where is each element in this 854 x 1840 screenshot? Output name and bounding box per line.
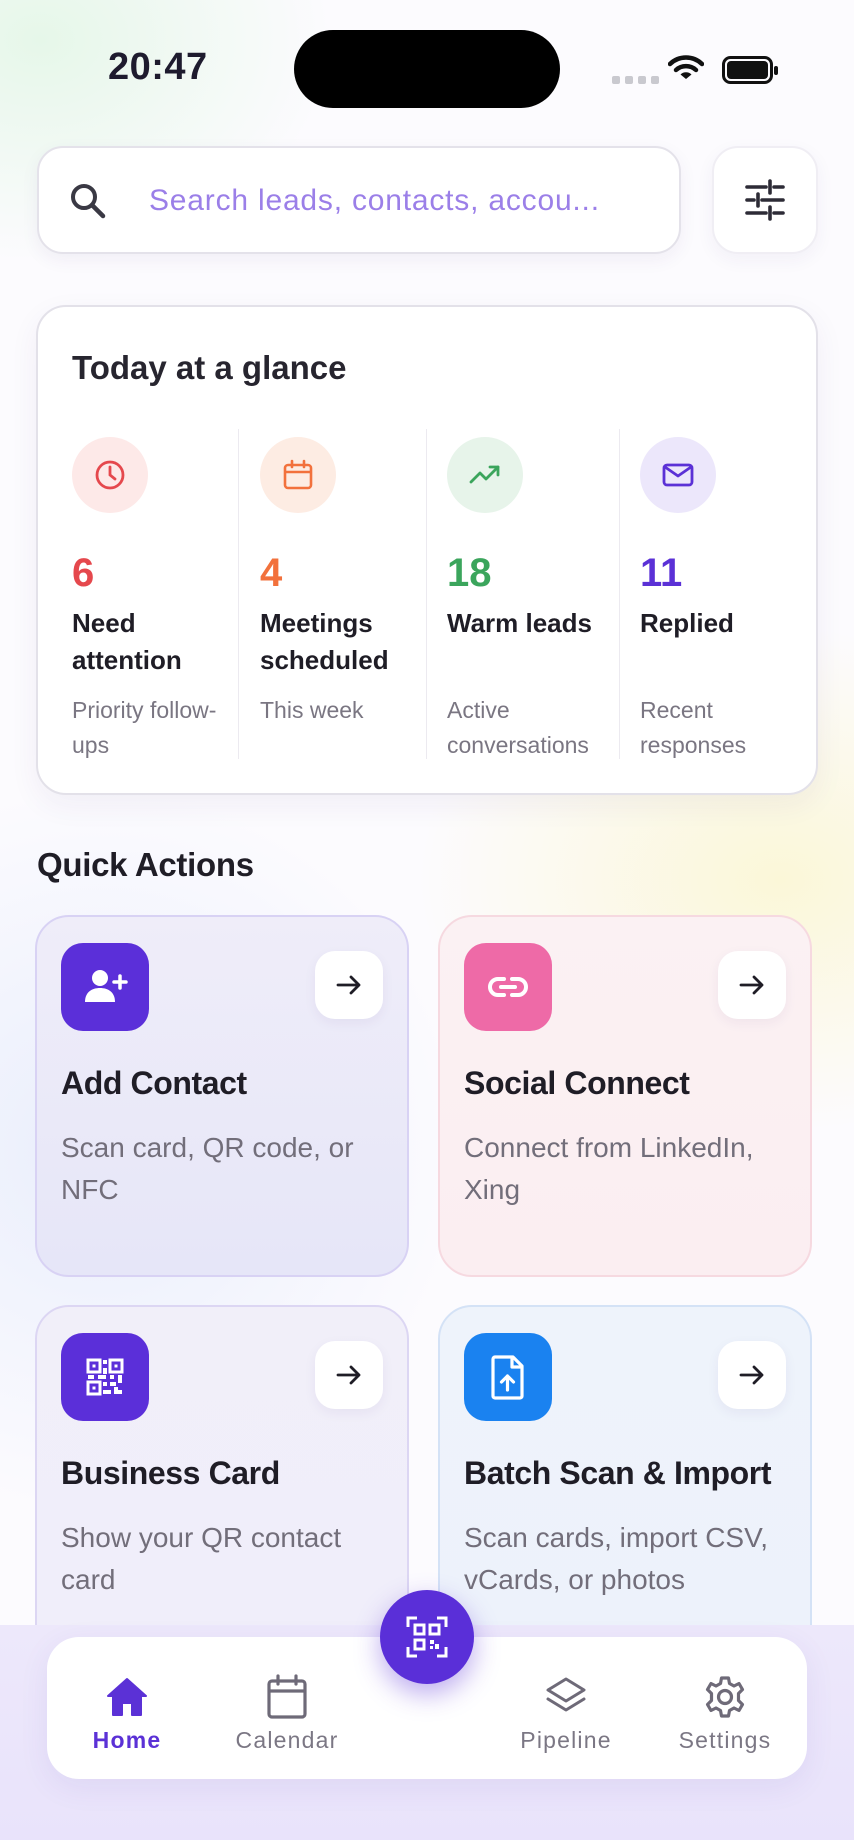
scan-fab-button[interactable] (380, 1590, 474, 1684)
trend-up-icon (447, 437, 523, 513)
file-upload-icon (464, 1333, 552, 1421)
add-user-icon (61, 943, 149, 1031)
arrow-right-icon[interactable] (718, 951, 786, 1019)
today-glance-card: Today at a glance 6 Need attention Prior… (36, 305, 818, 795)
tab-calendar[interactable]: Calendar (222, 1669, 352, 1754)
filter-button[interactable] (712, 146, 818, 254)
stat-subtitle: Active conversations (447, 697, 589, 758)
stat-label: Replied (640, 608, 734, 638)
glance-title: Today at a glance (72, 349, 347, 386)
link-icon (464, 943, 552, 1031)
batch-scan-import-card[interactable]: Batch Scan & Import Scan cards, import C… (438, 1305, 812, 1667)
stat-value: 18 (447, 551, 492, 595)
tab-settings[interactable]: Settings (660, 1669, 790, 1754)
stat-value: 4 (260, 551, 283, 595)
stat-subtitle: This week (260, 697, 364, 723)
arrow-right-icon[interactable] (315, 951, 383, 1019)
divider (619, 429, 620, 759)
tab-label: Pipeline (520, 1727, 612, 1753)
tab-label: Home (92, 1727, 162, 1753)
stat-label: Meetings scheduled (260, 608, 389, 675)
business-card-card[interactable]: Business Card Show your QR contact card (35, 1305, 409, 1667)
search-bar (37, 146, 681, 254)
action-description: Scan card, QR code, or NFC (61, 1132, 354, 1205)
search-icon (71, 184, 106, 219)
status-time: 20:47 (108, 46, 208, 88)
stat-label: Warm leads (447, 608, 592, 638)
tab-pipeline[interactable]: Pipeline (501, 1669, 631, 1754)
qr-code-icon (61, 1333, 149, 1421)
tab-label: Settings (678, 1727, 772, 1753)
calendar-icon (260, 437, 336, 513)
add-contact-card[interactable]: Add Contact Scan card, QR code, or NFC (35, 915, 409, 1277)
gear-icon (660, 1669, 790, 1725)
stat-subtitle: Priority follow-ups (72, 697, 217, 758)
qr-scan-icon (406, 1616, 448, 1658)
divider (238, 429, 239, 759)
divider (426, 429, 427, 759)
stat-value: 11 (640, 551, 683, 595)
calendar-icon (222, 1669, 352, 1725)
cellular-signal-icon (612, 76, 659, 84)
action-title: Social Connect (464, 1065, 690, 1101)
arrow-right-icon[interactable] (315, 1341, 383, 1409)
wifi-icon (668, 55, 704, 79)
action-description: Scan cards, import CSV, vCards, or photo… (464, 1522, 768, 1595)
stat-label: Need attention (72, 608, 182, 675)
stat-value: 6 (72, 551, 95, 595)
clock-icon (72, 437, 148, 513)
action-title: Business Card (61, 1455, 280, 1491)
home-icon (62, 1669, 192, 1725)
layers-icon (501, 1669, 631, 1725)
tab-label: Calendar (235, 1727, 339, 1753)
search-input[interactable] (149, 178, 659, 224)
social-connect-card[interactable]: Social Connect Connect from LinkedIn, Xi… (438, 915, 812, 1277)
status-bar: 20:47 (0, 0, 854, 120)
quick-actions-title: Quick Actions (37, 846, 254, 883)
stat-subtitle: Recent responses (640, 697, 747, 758)
action-title: Batch Scan & Import (464, 1455, 772, 1491)
action-title: Add Contact (61, 1065, 247, 1101)
action-description: Show your QR contact card (61, 1522, 342, 1595)
mail-icon (640, 437, 716, 513)
sliders-icon (745, 179, 785, 221)
dynamic-island (294, 30, 560, 108)
action-description: Connect from LinkedIn, Xing (464, 1132, 754, 1205)
arrow-right-icon[interactable] (718, 1341, 786, 1409)
battery-icon (722, 56, 778, 84)
tab-home[interactable]: Home (62, 1669, 192, 1754)
